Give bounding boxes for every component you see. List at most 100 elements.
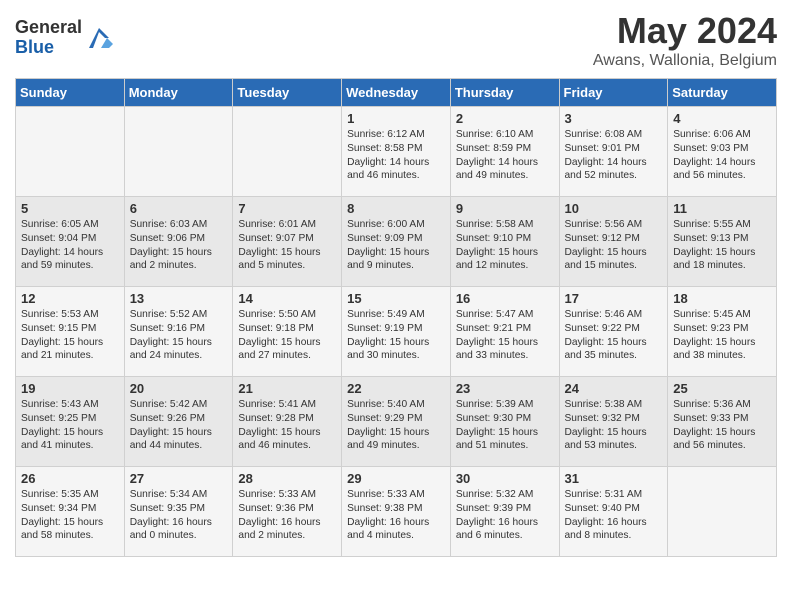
day-number: 29 <box>347 471 445 486</box>
calendar-cell: 21 Sunrise: 5:41 AMSunset: 9:28 PMDayligh… <box>233 377 342 467</box>
month-title: May 2024 <box>593 10 777 52</box>
day-number: 9 <box>456 201 554 216</box>
cell-content: Sunrise: 5:41 AMSunset: 9:28 PMDaylight:… <box>238 398 336 453</box>
day-number: 2 <box>456 111 554 126</box>
day-number: 28 <box>238 471 336 486</box>
cell-content: Sunrise: 5:55 AMSunset: 9:13 PMDaylight:… <box>673 218 771 273</box>
day-number: 25 <box>673 381 771 396</box>
cell-content: Sunrise: 6:00 AMSunset: 9:09 PMDaylight:… <box>347 218 445 273</box>
cell-content: Sunrise: 6:01 AMSunset: 9:07 PMDaylight:… <box>238 218 336 273</box>
weekday-header-thursday: Thursday <box>450 79 559 107</box>
calendar-cell: 27 Sunrise: 5:34 AMSunset: 9:35 PMDayligh… <box>124 467 233 557</box>
calendar-cell: 8 Sunrise: 6:00 AMSunset: 9:09 PMDaylight… <box>342 197 451 287</box>
logo-icon <box>85 24 113 52</box>
calendar-cell <box>16 107 125 197</box>
calendar-cell: 5 Sunrise: 6:05 AMSunset: 9:04 PMDaylight… <box>16 197 125 287</box>
calendar-cell: 1Sunrise: 6:12 AMSunset: 8:58 PMDaylight… <box>342 107 451 197</box>
calendar-cell <box>668 467 777 557</box>
day-number: 12 <box>21 291 119 306</box>
cell-content: Sunrise: 5:40 AMSunset: 9:29 PMDaylight:… <box>347 398 445 453</box>
cell-content: Sunrise: 5:35 AMSunset: 9:34 PMDaylight:… <box>21 488 119 543</box>
calendar-cell: 6 Sunrise: 6:03 AMSunset: 9:06 PMDaylight… <box>124 197 233 287</box>
title-area: May 2024 Awans, Wallonia, Belgium <box>593 10 777 70</box>
weekday-header-wednesday: Wednesday <box>342 79 451 107</box>
day-number: 4 <box>673 111 771 126</box>
day-number: 26 <box>21 471 119 486</box>
calendar-cell: 18 Sunrise: 5:45 AMSunset: 9:23 PMDayligh… <box>668 287 777 377</box>
cell-content: Sunrise: 5:36 AMSunset: 9:33 PMDaylight:… <box>673 398 771 453</box>
day-number: 21 <box>238 381 336 396</box>
calendar-cell: 29 Sunrise: 5:33 AMSunset: 9:38 PMDayligh… <box>342 467 451 557</box>
cell-content: Sunrise: 5:33 AMSunset: 9:36 PMDaylight:… <box>238 488 336 543</box>
calendar-cell: 19Sunrise: 5:43 AMSunset: 9:25 PMDayligh… <box>16 377 125 467</box>
cell-content: Sunrise: 5:42 AMSunset: 9:26 PMDaylight:… <box>130 398 228 453</box>
week-row-5: 26 Sunrise: 5:35 AMSunset: 9:34 PMDayligh… <box>16 467 777 557</box>
cell-content: Sunrise: 5:56 AMSunset: 9:12 PMDaylight:… <box>565 218 663 273</box>
header: General Blue May 2024 Awans, Wallonia, B… <box>15 10 777 70</box>
calendar-cell: 22Sunrise: 5:40 AMSunset: 9:29 PMDayligh… <box>342 377 451 467</box>
day-number: 14 <box>238 291 336 306</box>
cell-content: Sunrise: 5:53 AMSunset: 9:15 PMDaylight:… <box>21 308 119 363</box>
day-number: 16 <box>456 291 554 306</box>
cell-content: Sunrise: 6:06 AMSunset: 9:03 PMDaylight:… <box>673 128 771 183</box>
calendar-cell: 12 Sunrise: 5:53 AMSunset: 9:15 PMDayligh… <box>16 287 125 377</box>
weekday-header-friday: Friday <box>559 79 668 107</box>
calendar-cell: 25 Sunrise: 5:36 AMSunset: 9:33 PMDayligh… <box>668 377 777 467</box>
day-number: 31 <box>565 471 663 486</box>
day-number: 27 <box>130 471 228 486</box>
day-number: 1 <box>347 111 445 126</box>
week-row-1: 1Sunrise: 6:12 AMSunset: 8:58 PMDaylight… <box>16 107 777 197</box>
day-number: 8 <box>347 201 445 216</box>
day-number: 7 <box>238 201 336 216</box>
weekday-header-sunday: Sunday <box>16 79 125 107</box>
logo: General Blue <box>15 18 113 58</box>
day-number: 17 <box>565 291 663 306</box>
day-number: 19 <box>21 381 119 396</box>
week-row-3: 12 Sunrise: 5:53 AMSunset: 9:15 PMDayligh… <box>16 287 777 377</box>
cell-content: Sunrise: 5:45 AMSunset: 9:23 PMDaylight:… <box>673 308 771 363</box>
day-number: 6 <box>130 201 228 216</box>
day-number: 24 <box>565 381 663 396</box>
calendar-cell: 7 Sunrise: 6:01 AMSunset: 9:07 PMDaylight… <box>233 197 342 287</box>
calendar-cell: 13Sunrise: 5:52 AMSunset: 9:16 PMDayligh… <box>124 287 233 377</box>
day-number: 18 <box>673 291 771 306</box>
calendar-cell: 31Sunrise: 5:31 AMSunset: 9:40 PMDayligh… <box>559 467 668 557</box>
calendar-cell <box>233 107 342 197</box>
day-number: 5 <box>21 201 119 216</box>
cell-content: Sunrise: 5:46 AMSunset: 9:22 PMDaylight:… <box>565 308 663 363</box>
week-row-2: 5 Sunrise: 6:05 AMSunset: 9:04 PMDaylight… <box>16 197 777 287</box>
cell-content: Sunrise: 6:08 AMSunset: 9:01 PMDaylight:… <box>565 128 663 183</box>
cell-content: Sunrise: 6:05 AMSunset: 9:04 PMDaylight:… <box>21 218 119 273</box>
cell-content: Sunrise: 6:03 AMSunset: 9:06 PMDaylight:… <box>130 218 228 273</box>
cell-content: Sunrise: 6:10 AMSunset: 8:59 PMDaylight:… <box>456 128 554 183</box>
calendar-cell <box>124 107 233 197</box>
calendar-cell: 17 Sunrise: 5:46 AMSunset: 9:22 PMDayligh… <box>559 287 668 377</box>
calendar-cell: 23Sunrise: 5:39 AMSunset: 9:30 PMDayligh… <box>450 377 559 467</box>
cell-content: Sunrise: 5:33 AMSunset: 9:38 PMDaylight:… <box>347 488 445 543</box>
day-number: 10 <box>565 201 663 216</box>
cell-content: Sunrise: 5:34 AMSunset: 9:35 PMDaylight:… <box>130 488 228 543</box>
cell-content: Sunrise: 5:50 AMSunset: 9:18 PMDaylight:… <box>238 308 336 363</box>
day-number: 11 <box>673 201 771 216</box>
day-number: 20 <box>130 381 228 396</box>
weekday-header-saturday: Saturday <box>668 79 777 107</box>
calendar-cell: 2 Sunrise: 6:10 AMSunset: 8:59 PMDaylight… <box>450 107 559 197</box>
day-number: 13 <box>130 291 228 306</box>
day-number: 30 <box>456 471 554 486</box>
calendar-cell: 15Sunrise: 5:49 AMSunset: 9:19 PMDayligh… <box>342 287 451 377</box>
weekday-header-monday: Monday <box>124 79 233 107</box>
calendar-cell: 30Sunrise: 5:32 AMSunset: 9:39 PMDayligh… <box>450 467 559 557</box>
weekday-header-row: SundayMondayTuesdayWednesdayThursdayFrid… <box>16 79 777 107</box>
location-title: Awans, Wallonia, Belgium <box>593 52 777 70</box>
calendar-cell: 14 Sunrise: 5:50 AMSunset: 9:18 PMDayligh… <box>233 287 342 377</box>
calendar-cell: 3Sunrise: 6:08 AMSunset: 9:01 PMDaylight… <box>559 107 668 197</box>
cell-content: Sunrise: 5:58 AMSunset: 9:10 PMDaylight:… <box>456 218 554 273</box>
calendar-cell: 20 Sunrise: 5:42 AMSunset: 9:26 PMDayligh… <box>124 377 233 467</box>
cell-content: Sunrise: 5:39 AMSunset: 9:30 PMDaylight:… <box>456 398 554 453</box>
week-row-4: 19Sunrise: 5:43 AMSunset: 9:25 PMDayligh… <box>16 377 777 467</box>
weekday-header-tuesday: Tuesday <box>233 79 342 107</box>
calendar-cell: 10 Sunrise: 5:56 AMSunset: 9:12 PMDayligh… <box>559 197 668 287</box>
calendar-cell: 11 Sunrise: 5:55 AMSunset: 9:13 PMDayligh… <box>668 197 777 287</box>
calendar-cell: 28 Sunrise: 5:33 AMSunset: 9:36 PMDayligh… <box>233 467 342 557</box>
calendar-table: SundayMondayTuesdayWednesdayThursdayFrid… <box>15 78 777 557</box>
